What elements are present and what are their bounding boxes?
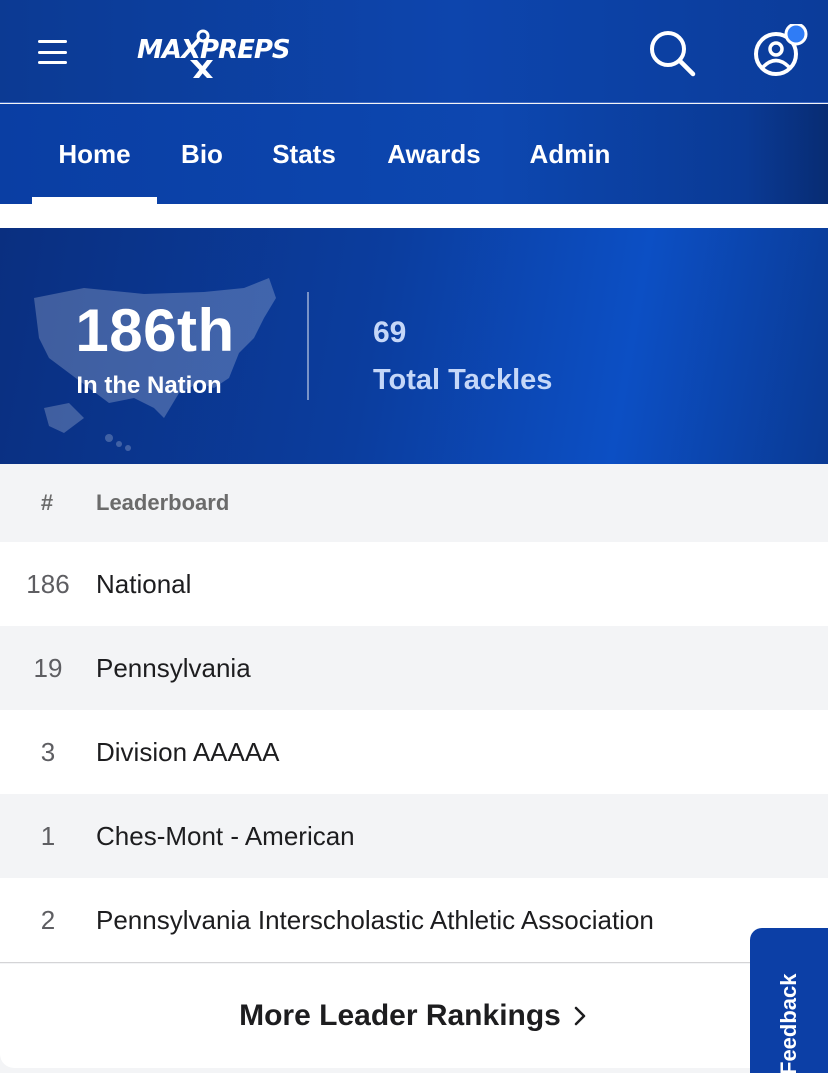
row-leaderboard-name: Division AAAAA [96, 736, 280, 767]
table-row[interactable]: 1 Ches-Mont - American [0, 794, 828, 878]
row-rank: 1 [40, 820, 56, 851]
chevron-right-icon [574, 1006, 586, 1026]
notification-dot [784, 24, 808, 46]
column-header-rank: # [40, 490, 54, 515]
tab-bio[interactable]: Bio [170, 104, 234, 204]
tab-home[interactable]: Home [32, 104, 157, 204]
table-row[interactable]: 3 Division AAAAA [0, 710, 828, 794]
table-row[interactable]: 186 National [0, 542, 828, 626]
maxpreps-logo[interactable]: MAXPREPS [135, 24, 320, 80]
row-rank: 19 [33, 652, 63, 683]
row-rank: 186 [26, 568, 70, 599]
feedback-label: Feedback [776, 973, 801, 1073]
national-rank-label: In the Nation [76, 372, 222, 399]
row-rank: 2 [40, 904, 56, 935]
leaderboard-table: # Leaderboard 186 National 19 Pennsylvan… [0, 464, 828, 963]
feedback-button[interactable]: Feedback [750, 928, 828, 1073]
tab-awards[interactable]: Awards [378, 104, 490, 204]
profile-tabs: Home Bio Stats Awards Admin [0, 104, 828, 204]
more-leader-rankings-link[interactable]: More Leader Rankings [0, 964, 828, 1068]
tab-spacer [0, 204, 828, 228]
search-icon[interactable] [646, 27, 698, 79]
more-rankings-bar: More Leader Rankings [0, 964, 828, 1068]
more-leader-rankings-label: More Leader Rankings [239, 999, 561, 1032]
table-divider [0, 962, 828, 963]
row-rank: 3 [40, 736, 56, 767]
tab-admin[interactable]: Admin [520, 104, 620, 204]
hero-divider [307, 292, 309, 400]
row-leaderboard-name: National [96, 568, 192, 599]
stat-value: 69 [373, 316, 407, 349]
stat-label: Total Tackles [373, 364, 553, 396]
hamburger-menu-icon[interactable] [38, 40, 67, 64]
national-rank-value: 186th [75, 297, 235, 364]
table-row[interactable]: 2 Pennsylvania Interscholastic Athletic … [0, 878, 828, 962]
ranking-hero: 186th In the Nation 69 Total Tackles [0, 228, 828, 464]
row-leaderboard-name: Pennsylvania [96, 652, 251, 683]
user-account-icon[interactable] [750, 24, 808, 82]
table-row[interactable]: 19 Pennsylvania [0, 626, 828, 710]
row-leaderboard-name: Ches-Mont - American [96, 820, 355, 851]
table-header: # Leaderboard [0, 464, 828, 542]
column-header-leaderboard: Leaderboard [96, 490, 230, 515]
logo-text: MAXPREPS [137, 35, 290, 65]
top-header: MAXPREPS [0, 0, 828, 103]
row-leaderboard-name: Pennsylvania Interscholastic Athletic As… [96, 904, 654, 935]
tab-stats[interactable]: Stats [262, 104, 346, 204]
